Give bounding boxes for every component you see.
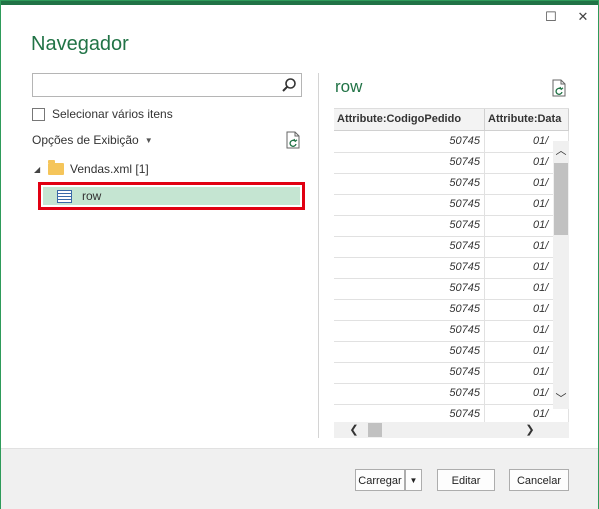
navigator-dialog: ☐ ✕ Navegador Selecionar vários itens Op… [0,0,599,509]
table-cell: 50745 [334,131,485,152]
table-cell: 50745 [334,362,485,383]
close-icon[interactable]: ✕ [575,9,591,25]
panel-divider [318,73,319,438]
table-row[interactable]: 50745 01/ [334,320,569,342]
tree-item-row[interactable]: row [38,182,305,210]
vertical-scrollbar[interactable]: ︿ ﹀ [553,141,569,409]
column-header[interactable]: Attribute:Data [485,109,569,130]
scroll-up-icon[interactable]: ︿ [553,143,569,159]
title-accent-bar [1,1,598,5]
vertical-scroll-thumb[interactable] [554,163,568,235]
load-dropdown-button[interactable]: ▼ [405,469,422,491]
table-row[interactable]: 50745 01/ [334,194,569,216]
table-cell: 50745 [334,173,485,194]
table-cell: 50745 [334,278,485,299]
preview-table[interactable]: Attribute:CodigoPedido Attribute:Data 50… [334,108,569,439]
load-button[interactable]: Carregar [355,469,405,491]
multi-select-label: Selecionar vários itens [52,107,173,121]
horizontal-scroll-thumb[interactable] [368,423,382,437]
table-cell: 50745 [334,383,485,404]
table-cell: 50745 [334,215,485,236]
multi-select-checkbox[interactable] [32,107,45,121]
cancel-button[interactable]: Cancelar [509,469,569,491]
table-row[interactable]: 50745 01/ [334,362,569,384]
horizontal-scrollbar[interactable]: ❮ ❯ [334,422,569,438]
folder-icon [48,160,64,175]
tree-item-label: row [82,189,102,203]
table-cell: 50745 [334,152,485,173]
search-icon[interactable] [281,77,297,93]
refresh-icon[interactable] [284,131,302,149]
table-icon [57,189,72,203]
preview-title: row [335,77,363,96]
expand-arrow-icon[interactable]: ◢ [34,165,42,174]
column-header[interactable]: Attribute:CodigoPedido [334,109,485,130]
tree-folder-vendas[interactable]: ◢ Vendas.xml [1] [34,160,149,176]
search-field[interactable] [33,74,281,94]
dialog-title: Navegador [31,33,129,55]
table-row[interactable]: 50745 01/ [334,173,569,195]
table-row[interactable]: 50745 01/ [334,215,569,237]
table-row[interactable]: 50745 01/ [334,278,569,300]
table-cell: 50745 [334,320,485,341]
table-row[interactable]: 50745 01/ [334,257,569,279]
table-cell: 50745 [334,236,485,257]
table-header: Attribute:CodigoPedido Attribute:Data [334,109,569,131]
edit-button[interactable]: Editar [437,469,495,491]
refresh-icon[interactable] [550,79,568,97]
scroll-right-icon[interactable]: ❯ [522,422,538,438]
table-row[interactable]: 50745 01/ [334,383,569,405]
table-row[interactable]: 50745 01/ [334,236,569,258]
tree-folder-label: Vendas.xml [1] [70,162,149,176]
table-cell: 50745 [334,299,485,320]
multi-select-row[interactable]: Selecionar vários itens [32,107,173,121]
scroll-down-icon[interactable]: ﹀ [553,391,569,407]
maximize-icon[interactable]: ☐ [543,9,559,25]
table-row[interactable]: 50745 01/ [334,299,569,321]
dropdown-caret-icon: ▼ [144,135,153,145]
search-input[interactable] [32,73,302,97]
scroll-left-icon[interactable]: ❮ [346,422,362,438]
display-options-label: Opções de Exibição [32,133,139,147]
table-row[interactable]: 50745 01/ [334,341,569,363]
table-row[interactable]: 50745 01/ [334,152,569,174]
table-cell: 50745 [334,257,485,278]
display-options-dropdown[interactable]: Opções de Exibição ▼ [32,133,153,147]
table-cell: 50745 [334,341,485,362]
table-row[interactable]: 50745 01/ [334,131,569,153]
table-cell: 50745 [334,194,485,215]
